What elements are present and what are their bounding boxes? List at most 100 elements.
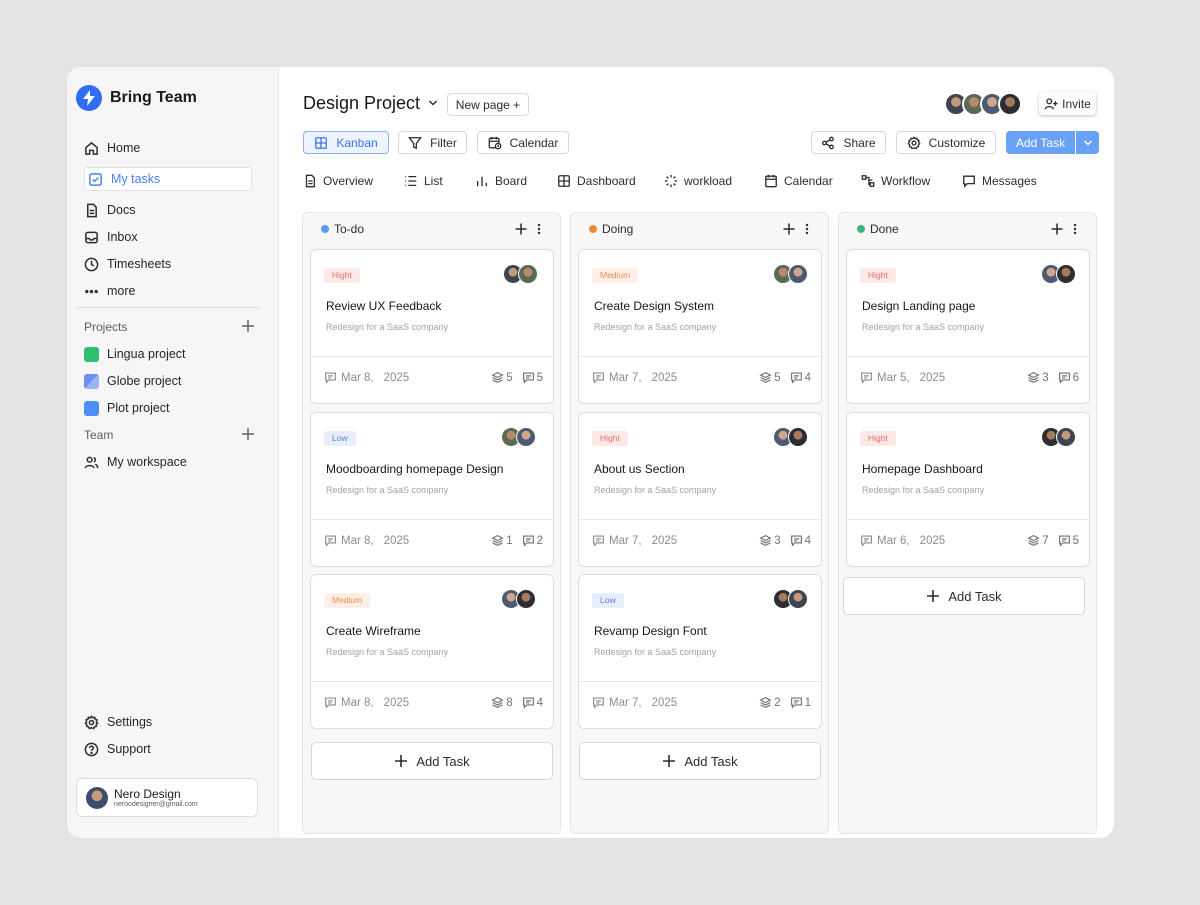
card-assignees[interactable]	[501, 427, 536, 447]
more-vertical-icon[interactable]	[537, 223, 541, 235]
message-icon	[325, 372, 336, 384]
task-card[interactable]: Medium Create Wireframe Redesign for a Saa…	[310, 574, 554, 729]
sidebar-item-plot-project[interactable]: Plot project	[84, 397, 170, 419]
page-title[interactable]: Design Project	[303, 93, 420, 114]
card-title: Design Landing page	[862, 299, 976, 313]
tab-board[interactable]: Board	[475, 172, 557, 190]
workflow-icon	[861, 175, 875, 187]
sidebar-item-docs[interactable]: Docs	[84, 199, 135, 221]
help-icon	[84, 742, 99, 756]
tab-list[interactable]: List	[404, 172, 475, 190]
priority-badge: Medium	[324, 593, 371, 608]
team-avatars[interactable]	[944, 92, 1022, 116]
card-assignees[interactable]	[501, 589, 536, 609]
card-subtitle: Redesign for a SaaS company	[594, 322, 717, 332]
priority-badge: Hight	[324, 268, 360, 283]
sidebar-item-inbox[interactable]: Inbox	[84, 226, 138, 248]
priority-badge: Low	[324, 431, 356, 446]
comment-icon	[1058, 372, 1070, 384]
comment-icon	[522, 372, 534, 384]
message-icon	[325, 697, 336, 709]
card-body: Hight Design Landing page Redesign for a S…	[847, 250, 1089, 357]
card-assignees[interactable]	[773, 427, 808, 447]
task-card[interactable]: Hight Homepage Dashboard Redesign for a Sa…	[846, 412, 1090, 567]
column-header: Doing	[589, 222, 633, 236]
comment-icon	[790, 697, 802, 709]
task-card[interactable]: Low Moodboarding homepage Design Redesign …	[310, 412, 554, 567]
date-text: Mar 8,	[341, 371, 374, 384]
tab-dashboard[interactable]: Dashboard	[557, 172, 664, 190]
tab-messages[interactable]: Messages	[962, 172, 1052, 190]
task-card[interactable]: Hight About us Section Redesign for a SaaS…	[578, 412, 822, 567]
add-card-icon[interactable]	[783, 223, 795, 235]
add-team-icon[interactable]	[241, 427, 255, 441]
card-assignees[interactable]	[1041, 427, 1076, 447]
calendar-icon	[765, 174, 777, 188]
tab-workload[interactable]: workload	[664, 172, 764, 190]
filter-icon	[408, 136, 423, 149]
tab-calendar[interactable]: Calendar	[764, 172, 861, 190]
user-email: neroodesigner@gmail.com	[114, 801, 198, 808]
sidebar-item-timesheets[interactable]: Timesheets	[84, 253, 171, 275]
card-stats: 21	[759, 696, 811, 709]
task-card[interactable]: Medium Create Design System Redesign for a…	[578, 249, 822, 404]
more-icon	[85, 289, 98, 293]
card-assignees[interactable]	[1041, 264, 1076, 284]
task-card[interactable]: Low Revamp Design Font Redesign for a SaaS…	[578, 574, 822, 729]
user-profile-card[interactable]: Nero Design neroodesigner@gmail.com	[76, 778, 258, 817]
comment-icon	[522, 535, 534, 547]
tab-workflow[interactable]: Workflow	[861, 172, 962, 190]
status-dot	[321, 225, 329, 233]
add-task-button[interactable]: Add Task	[311, 742, 553, 780]
sidebar-item-more[interactable]: more	[84, 280, 135, 302]
card-body: Low Revamp Design Font Redesign for a SaaS…	[579, 575, 821, 682]
add-task-dropdown-button[interactable]	[1076, 131, 1099, 154]
card-assignees[interactable]	[773, 589, 808, 609]
more-vertical-icon[interactable]	[1073, 223, 1077, 235]
plus-icon	[927, 590, 940, 602]
sidebar-item-my-tasks[interactable]: My tasks	[84, 167, 252, 191]
task-card[interactable]: Hight Design Landing page Redesign for a S…	[846, 249, 1090, 404]
add-card-icon[interactable]	[515, 223, 527, 235]
add-task-button[interactable]: Add Task	[579, 742, 821, 780]
new-page-button[interactable]: New page +	[447, 93, 529, 116]
task-card[interactable]: Hight Review UX Feedback Redesign for a Sa…	[310, 249, 554, 404]
customize-button[interactable]: Customize	[896, 131, 996, 154]
sidebar-item-my-workspace[interactable]: My workspace	[84, 451, 187, 473]
calendar-view-button[interactable]: Calendar	[477, 131, 569, 154]
message-icon	[325, 535, 336, 547]
sidebar-item-globe-project[interactable]: Globe project	[84, 370, 181, 392]
card-title: About us Section	[594, 462, 685, 476]
sidebar-item-support[interactable]: Support	[84, 738, 151, 760]
card-title: Create Design System	[594, 299, 715, 313]
sidebar-item-lingua-project[interactable]: Lingua project	[84, 343, 186, 365]
card-assignees[interactable]	[503, 264, 538, 284]
add-task-button[interactable]: Add Task	[843, 577, 1085, 615]
year-text: 2025	[919, 534, 946, 547]
brand[interactable]: Bring Team	[76, 85, 197, 111]
kanban-view-button[interactable]: Kanban	[303, 131, 389, 154]
add-project-icon[interactable]	[241, 319, 255, 333]
add-card-icon[interactable]	[1051, 223, 1063, 235]
tab-overview[interactable]: Overview	[303, 172, 404, 190]
layers-count: 3	[1042, 371, 1049, 384]
sidebar-item-home[interactable]: Home	[84, 137, 140, 159]
customize-label: Customize	[928, 135, 986, 150]
sidebar-item-label: My tasks	[111, 172, 161, 186]
invite-button[interactable]: Invite	[1039, 92, 1096, 115]
layers-count: 2	[774, 696, 781, 709]
card-stats: 12	[491, 534, 543, 547]
add-task-button[interactable]: Add Task	[1006, 131, 1075, 154]
priority-badge: Medium	[592, 268, 639, 283]
filter-button[interactable]: Filter	[398, 131, 467, 154]
avatar	[998, 92, 1022, 116]
more-vertical-icon[interactable]	[805, 223, 809, 235]
chevron-down-icon[interactable]	[428, 99, 438, 107]
date-text: Mar 6,	[877, 534, 910, 547]
priority-badge: Hight	[860, 268, 896, 283]
share-button[interactable]: Share	[811, 131, 886, 154]
card-date: Mar 7, 2025	[592, 534, 677, 547]
card-assignees[interactable]	[773, 264, 808, 284]
column-title: To-do	[334, 222, 365, 236]
sidebar-item-settings[interactable]: Settings	[84, 711, 152, 733]
